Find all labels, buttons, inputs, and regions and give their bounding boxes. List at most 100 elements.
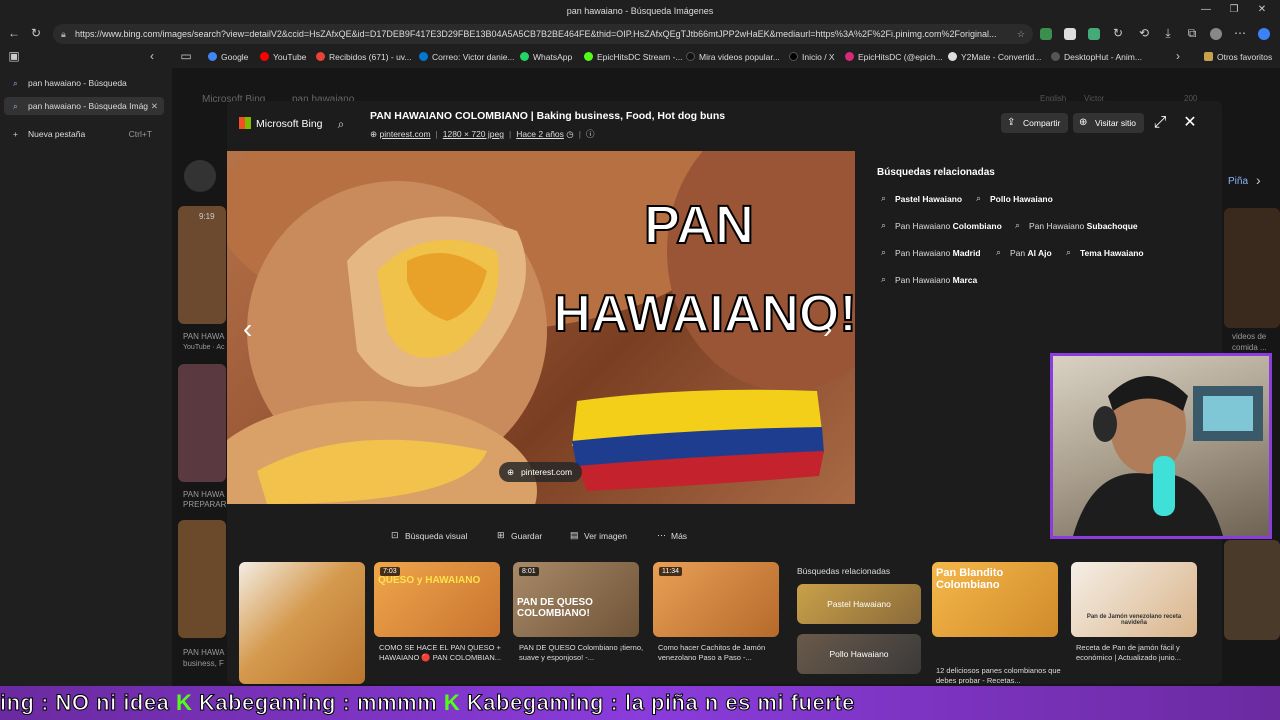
maximize-button[interactable]: ❐ — [1224, 4, 1244, 15]
similar-image-thumb[interactable] — [239, 562, 365, 684]
pan-hawaiano-photo: PAN HAWAIANO! — [227, 151, 855, 504]
bookmark-google[interactable]: Google — [208, 52, 248, 62]
search-icon: ⌕ — [13, 101, 18, 111]
copilot-icon[interactable] — [1258, 28, 1270, 40]
related-chip[interactable]: ⌕ Pan Al Ajo — [996, 247, 1052, 258]
source-link[interactable]: pinterest.com — [380, 129, 431, 139]
extension-icon[interactable] — [1088, 28, 1100, 40]
bookmarks-bar: ▣ ‹ ▭ Google YouTube Recibidos (671) - u… — [0, 46, 1280, 68]
next-image-arrow[interactable]: › — [823, 313, 832, 345]
image-overlay-line2: HAWAIANO! — [553, 285, 855, 343]
menu-icon[interactable]: ⋯ — [1232, 26, 1248, 40]
bookmark-desktophut[interactable]: DesktopHut - Anim... — [1051, 52, 1142, 62]
tab-pan-hawaiano-images[interactable]: ⌕ pan hawaiano - Búsqueda Imág ✕ — [4, 97, 164, 115]
bookmark-x[interactable]: Inicio / X — [789, 52, 835, 62]
chevron-right-icon[interactable]: › — [1256, 172, 1261, 188]
bookmark-instagram[interactable]: EpicHitsDC (@epich... — [845, 52, 943, 62]
refresh-icon[interactable]: ↻ — [28, 26, 44, 40]
sidebar-toggle-icon[interactable]: ▣ — [6, 49, 22, 63]
related-chip[interactable]: ⌕ Pollo Hawaiano — [976, 193, 1053, 204]
chevron-right-icon[interactable]: › — [1170, 49, 1186, 63]
view-image-button[interactable]: ▤ Ver imagen — [570, 530, 627, 541]
bg-duration: 9:19 — [199, 212, 215, 221]
expand-icon[interactable]: ⤢ — [1150, 113, 1170, 133]
bookmark-outlook[interactable]: Correo: Victor danie... — [419, 52, 515, 62]
search-icon: ⌕ — [881, 220, 887, 230]
back-icon[interactable]: ← — [6, 26, 22, 40]
more-button[interactable]: ⋯ Más — [657, 530, 687, 541]
main-image[interactable]: PAN HAWAIANO! — [227, 151, 855, 504]
close-tab-icon[interactable]: ✕ — [151, 97, 158, 115]
visit-site-button[interactable]: ⊕ Visitar sitio — [1073, 113, 1144, 133]
bing-logo[interactable]: Microsoft Bing — [239, 117, 323, 130]
related-chip[interactable]: ⌕ Pan Hawaiano Colombiano — [881, 220, 1002, 231]
collections-icon[interactable]: ⧉ — [1184, 26, 1200, 41]
image-age[interactable]: Hace 2 años — [516, 129, 564, 139]
gmail-icon — [316, 52, 325, 61]
info-icon[interactable]: ⓘ — [586, 129, 595, 139]
bookmark-youtube[interactable]: YouTube — [260, 52, 306, 62]
reading-icon[interactable]: ▭ — [178, 49, 194, 63]
kick-icon — [584, 52, 593, 61]
title-bar: pan hawaiano - Búsqueda Imágenes — ❐ ✕ — [0, 0, 1280, 22]
star-icon[interactable]: ☆ — [1017, 24, 1025, 44]
image-overlay-line1: PAN — [644, 195, 754, 255]
tiktok-icon — [686, 52, 695, 61]
chevron-left-icon[interactable]: ‹ — [144, 49, 160, 63]
thumb-caption[interactable]: Como hacer Cachitos de Jamón venezolano … — [658, 643, 786, 663]
bg-thumb — [1224, 540, 1280, 640]
similar-image-thumb[interactable]: 11:34 — [653, 562, 779, 637]
thumb-caption[interactable]: Receta de Pan de jamón fácil y económico… — [1076, 643, 1204, 663]
thumb-caption[interactable]: PAN DE QUESO Colombiano ¡tierno, suave y… — [519, 643, 647, 663]
close-icon[interactable]: ✕ — [1180, 113, 1200, 133]
thumb-caption[interactable]: 12 deliciosos panes colombianos que debe… — [936, 666, 1064, 684]
thumb-overlay-text: QUESO y HAWAIANO — [378, 575, 481, 586]
image-source-pill[interactable]: ⊕ pinterest.com — [499, 462, 583, 482]
bg-thumb — [178, 206, 226, 324]
address-bar[interactable]: 🔒︎ https://www.bing.com/images/search?vi… — [53, 24, 1033, 44]
related-chip[interactable]: ⌕ Pan Hawaiano Marca — [881, 274, 977, 285]
microsoft-logo-icon — [239, 117, 251, 129]
download-icon[interactable]: ⤓ — [1160, 26, 1176, 41]
bookmark-tiktok[interactable]: Mira videos popular... — [686, 52, 780, 62]
related-chip[interactable]: ⌕ Tema Hawaiano — [1066, 247, 1144, 258]
profile-avatar[interactable] — [1210, 28, 1222, 40]
tab-pan-hawaiano-search[interactable]: ⌕ pan hawaiano - Búsqueda — [4, 74, 164, 92]
history-icon[interactable]: ⟲ — [1136, 26, 1152, 40]
search-icon: ⌕ — [881, 193, 887, 203]
bookmark-y2mate[interactable]: Y2Mate - Convertid... — [948, 52, 1041, 62]
bookmark-kick[interactable]: EpicHitsDC Stream -... — [584, 52, 683, 62]
bg-caption: YouTube · Ac — [183, 344, 225, 351]
bookmark-gmail[interactable]: Recibidos (671) - uv... — [316, 52, 412, 62]
minimize-button[interactable]: — — [1196, 4, 1216, 15]
extension-icon[interactable] — [1040, 28, 1052, 40]
extensions-icon[interactable]: ↻ — [1110, 26, 1126, 40]
search-icon[interactable]: ⌕ — [329, 113, 353, 135]
visual-search-icon: ⊡ — [391, 530, 399, 540]
search-icon: ⌕ — [1015, 220, 1021, 230]
new-tab-button[interactable]: + Nueva pestaña Ctrl+T — [4, 125, 164, 143]
visual-search-button[interactable]: ⊡ Búsqueda visual — [391, 530, 467, 541]
search-icon: ⌕ — [13, 78, 18, 88]
close-window-button[interactable]: ✕ — [1252, 4, 1272, 15]
similar-image-thumb[interactable]: 7:03 QUESO y HAWAIANO — [374, 562, 500, 637]
similar-image-thumb[interactable]: 8:01 PAN DE QUESO COLOMBIANO! — [513, 562, 639, 637]
image-title[interactable]: PAN HAWAIANO COLOMBIANO | Baking busines… — [370, 110, 725, 122]
save-button[interactable]: ⊞ Guardar — [497, 530, 542, 541]
image-dimensions[interactable]: 1280 × 720 jpeg — [443, 129, 504, 139]
similar-image-thumb[interactable]: Pan de Jamón venezolano receta navideña — [1071, 562, 1197, 637]
related-chip[interactable]: ⌕ Pan Hawaiano Subachoque — [1015, 220, 1138, 231]
previous-image-arrow[interactable]: ‹ — [243, 313, 252, 345]
related-chip[interactable]: ⌕ Pan Hawaiano Madrid — [881, 247, 981, 258]
search-icon: ⌕ — [881, 274, 887, 284]
save-icon: ⊞ — [497, 530, 505, 540]
related-card[interactable]: Pastel Hawaiano — [797, 584, 921, 624]
related-chip[interactable]: ⌕ Pastel Hawaiano — [881, 193, 962, 204]
bookmark-whatsapp[interactable]: WhatsApp — [520, 52, 572, 62]
similar-image-thumb[interactable]: Pan Blandito Colombiano — [932, 562, 1058, 637]
related-card[interactable]: Pollo Hawaiano — [797, 634, 921, 674]
thumb-caption[interactable]: COMO SE HACE EL PAN QUESO + HAWAIANO 🔴 P… — [379, 643, 507, 663]
share-button[interactable]: ⇪ Compartir — [1001, 113, 1069, 133]
other-favorites[interactable]: Otros favoritos — [1204, 52, 1272, 62]
extension-icon[interactable] — [1064, 28, 1076, 40]
